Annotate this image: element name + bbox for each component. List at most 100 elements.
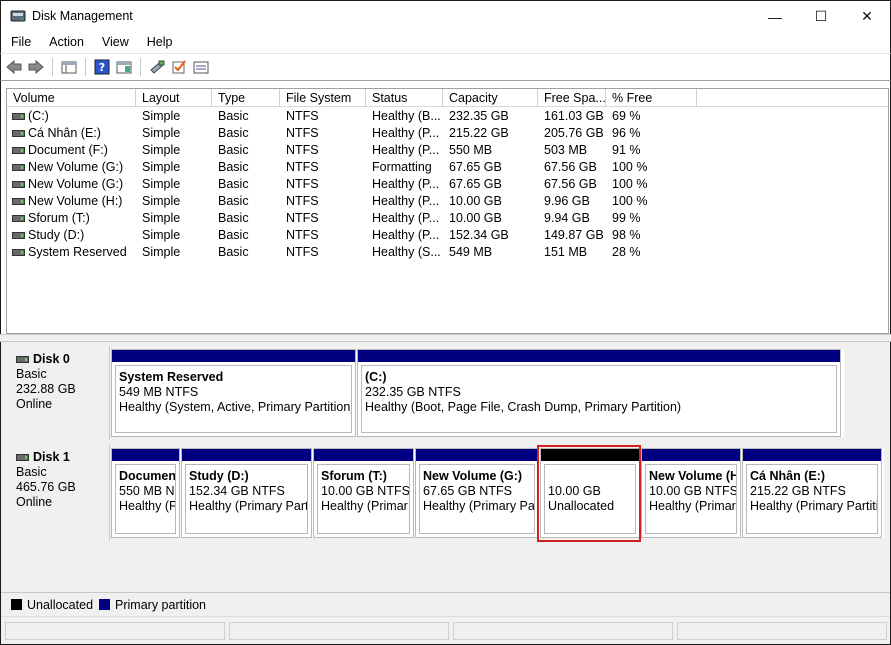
- partition-size: 152.34 GB NTFS: [189, 484, 285, 498]
- free-space-cell: 503 MB: [544, 143, 588, 157]
- partition-new-volume-g[interactable]: New Volume (G:) 67.65 GB NTFS Healthy (P…: [415, 448, 539, 538]
- column-volume[interactable]: Volume: [7, 89, 136, 107]
- close-button[interactable]: ✕: [844, 1, 890, 32]
- volume-row[interactable]: Cá Nhân (E:) Simple Basic NTFS Healthy (P...…: [7, 125, 888, 142]
- volume-name: Sforum (T:): [28, 211, 90, 225]
- column-free-space[interactable]: Free Spa...: [538, 89, 606, 107]
- free-space-cell: 149.87 GB: [544, 228, 604, 242]
- free-space-cell: 205.76 GB: [544, 126, 604, 140]
- partition-size: 550 MB N: [119, 484, 175, 498]
- percent-free-cell: 100 %: [612, 194, 648, 208]
- forward-arrow-icon[interactable]: [25, 57, 47, 77]
- column-type[interactable]: Type: [212, 89, 280, 107]
- partition-bar: [182, 449, 311, 461]
- file-system-cell: NTFS: [286, 126, 319, 140]
- disk-status: Online: [16, 495, 53, 509]
- free-space-cell: 9.96 GB: [544, 194, 590, 208]
- volume-row[interactable]: (C:) Simple Basic NTFS Healthy (B... 232.35 G…: [7, 108, 888, 125]
- disk-1-label[interactable]: Disk 1 Basic 465.76 GB Online: [7, 444, 110, 540]
- volume-row[interactable]: New Volume (G:) Simple Basic NTFS Formatting…: [7, 159, 888, 176]
- menu-action[interactable]: Action: [38, 35, 91, 49]
- column-file-system[interactable]: File System: [280, 89, 366, 107]
- partition-document-f[interactable]: Documen 550 MB N Healthy (P: [111, 448, 180, 538]
- disk-0-label[interactable]: Disk 0 Basic 232.88 GB Online: [7, 346, 110, 440]
- volume-drive-icon: [12, 147, 25, 154]
- volume-row[interactable]: New Volume (G:) Simple Basic NTFS Healthy (P…: [7, 176, 888, 193]
- column-layout[interactable]: Layout: [136, 89, 212, 107]
- disk-1-partitions: Documen 550 MB N Healthy (P Study (D:) 1…: [111, 448, 884, 538]
- free-space-cell: 67.56 GB: [544, 160, 597, 174]
- column-status[interactable]: Status: [366, 89, 443, 107]
- toolbar-separator: [52, 58, 53, 76]
- volume-row[interactable]: Study (D:) Simple Basic NTFS Healthy (P... 15…: [7, 227, 888, 244]
- capacity-cell: 550 MB: [449, 143, 493, 157]
- capacity-cell: 67.65 GB: [449, 160, 502, 174]
- check-icon[interactable]: [168, 57, 190, 77]
- volume-row[interactable]: New Volume (H:) Simple Basic NTFS Healthy (P…: [7, 193, 888, 210]
- toolbar-separator: [140, 58, 141, 76]
- minimize-button[interactable]: —: [752, 1, 798, 32]
- disk-map-pane: Disk 0 Basic 232.88 GB Online System Res…: [1, 342, 890, 592]
- type-cell: Basic: [218, 228, 249, 242]
- file-system-cell: NTFS: [286, 228, 319, 242]
- back-arrow-icon[interactable]: [3, 57, 25, 77]
- status-segment: [229, 622, 449, 640]
- file-system-cell: NTFS: [286, 211, 319, 225]
- partition-bar: [358, 350, 840, 362]
- partition-system-reserved[interactable]: System Reserved 549 MB NTFS Healthy (Sys…: [111, 349, 356, 437]
- capacity-cell: 215.22 GB: [449, 126, 509, 140]
- svg-text:?: ?: [99, 61, 105, 74]
- partition-bar: [642, 449, 740, 461]
- volume-name: (C:): [28, 109, 49, 123]
- volume-row[interactable]: Sforum (T:) Simple Basic NTFS Healthy (P... 1…: [7, 210, 888, 227]
- properties-pane-icon[interactable]: [113, 57, 135, 77]
- layout-cell: Simple: [142, 245, 181, 259]
- column-percent-free[interactable]: % Free: [606, 89, 697, 107]
- partition-status: Healthy (System, Active, Primary Partiti…: [119, 400, 352, 414]
- disk-size: 465.76 GB: [16, 480, 76, 494]
- status-cell: Healthy (S...: [372, 245, 441, 259]
- partition-bar: [416, 449, 538, 461]
- volume-drive-icon: [12, 232, 25, 239]
- layout-cell: Simple: [142, 160, 181, 174]
- menu-view[interactable]: View: [91, 35, 136, 49]
- partition-new-volume-h[interactable]: New Volume (H 10.00 GB NTFS Healthy (Pri…: [641, 448, 741, 538]
- menu-file[interactable]: File: [1, 35, 38, 49]
- status-segment: [677, 622, 887, 640]
- partition-bar: [112, 449, 179, 461]
- partition-c[interactable]: (C:) 232.35 GB NTFS Healthy (Boot, Page …: [357, 349, 841, 437]
- disk-0-partitions: System Reserved 549 MB NTFS Healthy (Sys…: [111, 349, 844, 437]
- partition-status: Healthy (Primar: [321, 499, 408, 513]
- file-system-cell: NTFS: [286, 143, 319, 157]
- volume-name: New Volume (G:): [28, 160, 124, 174]
- pane-splitter[interactable]: [0, 334, 891, 342]
- partition-ca-nhan-e[interactable]: Cá Nhân (E:) 215.22 GB NTFS Healthy (Pri…: [742, 448, 882, 538]
- partition-sforum-t[interactable]: Sforum (T:) 10.00 GB NTFS Healthy (Prima…: [313, 448, 414, 538]
- menu-help[interactable]: Help: [136, 35, 180, 49]
- maximize-button[interactable]: ☐: [798, 1, 844, 32]
- type-cell: Basic: [218, 245, 249, 259]
- column-capacity[interactable]: Capacity: [443, 89, 538, 107]
- volume-name: New Volume (G:): [28, 177, 124, 191]
- partition-status: Healthy (Boot, Page File, Crash Dump, Pr…: [365, 400, 682, 414]
- status-cell: Healthy (B...: [372, 109, 441, 123]
- volume-name: System Reserved: [28, 245, 127, 259]
- partition-size: 67.65 GB NTFS: [423, 484, 512, 498]
- partition-study-d[interactable]: Study (D:) 152.34 GB NTFS Healthy (Prima…: [181, 448, 312, 538]
- status-segment: [5, 622, 225, 640]
- volume-list[interactable]: Volume Layout Type File System Status Ca…: [6, 88, 889, 334]
- volume-row[interactable]: System Reserved Simple Basic NTFS Healthy (S…: [7, 244, 888, 261]
- percent-free-cell: 99 %: [612, 211, 641, 225]
- volume-drive-icon: [12, 181, 25, 188]
- free-space-cell: 9.94 GB: [544, 211, 590, 225]
- show-hide-tree-icon[interactable]: [58, 57, 80, 77]
- connect-icon[interactable]: [146, 57, 168, 77]
- primary-swatch: [99, 599, 111, 610]
- legend-label: Unallocated: [27, 597, 94, 612]
- volume-row[interactable]: Document (F:) Simple Basic NTFS Healthy (P..…: [7, 142, 888, 159]
- help-icon[interactable]: ?: [91, 57, 113, 77]
- layout-cell: Simple: [142, 126, 181, 140]
- partition-bar: [314, 449, 413, 461]
- list-view-icon[interactable]: [190, 57, 212, 77]
- partition-size: 232.35 GB NTFS: [365, 385, 461, 399]
